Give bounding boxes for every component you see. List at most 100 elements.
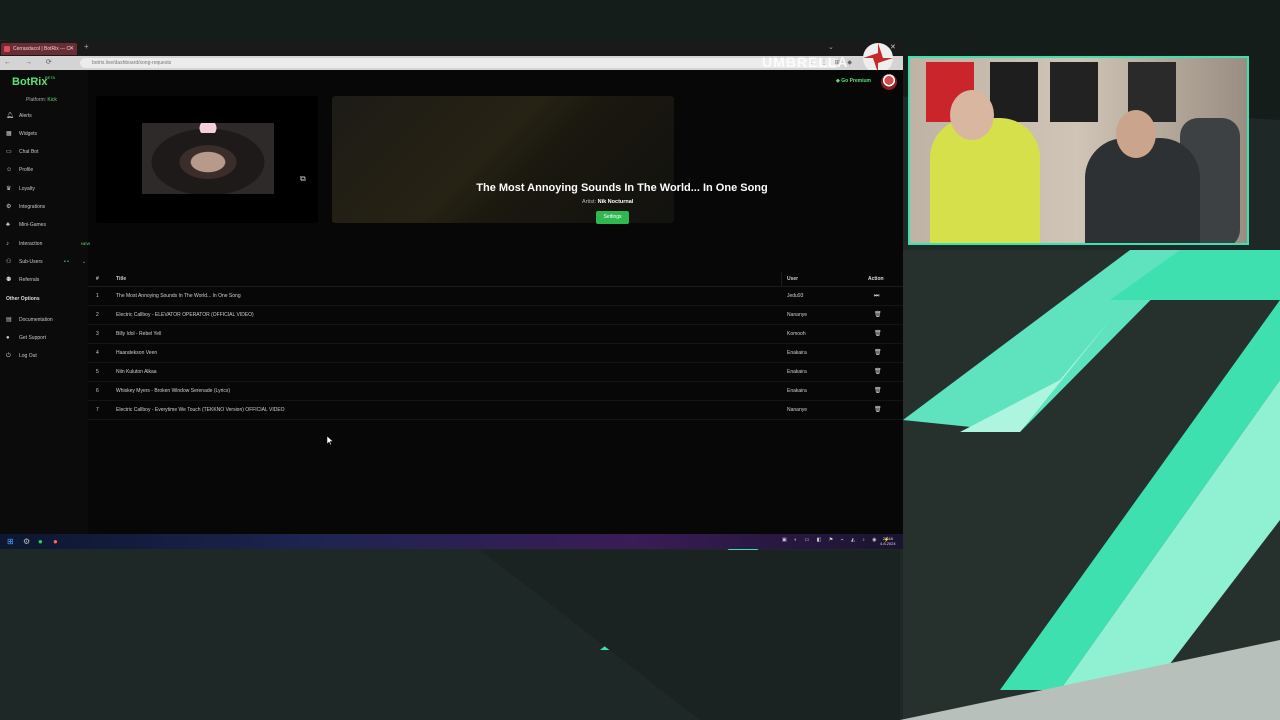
sidebar-item-label: Profile	[19, 167, 34, 173]
go-premium-label: Go Premium	[841, 78, 871, 84]
go-premium-link[interactable]: ◆ Go Premium	[836, 78, 871, 84]
botrix-app: BotRix BETA Platform: Kick 🔔︎ Alerts ▦ Wid…	[0, 70, 903, 535]
header-num: #	[96, 276, 99, 282]
video-thumbnail	[142, 123, 274, 194]
nav-buttons[interactable]: ← → ⟳	[4, 58, 58, 66]
spotify-icon[interactable]: ●	[38, 536, 43, 547]
loyalty-icon: ♛	[6, 186, 12, 192]
os-taskbar: ⊞ ⚙ ● ● ▣ ◐ ▭ ◧ ⚑ ⌁ ◭ ♪ ◉ ⚡ 22:48 4.8.20…	[0, 534, 903, 549]
clock-date: 4.8.2024	[880, 541, 896, 546]
browser-app-icon[interactable]: ●	[53, 536, 58, 547]
skip-icon[interactable]: ⏭	[874, 287, 879, 305]
sidebar-item-referrals[interactable]: ⚉ Referrals	[6, 274, 86, 286]
row-user: Jedu93	[787, 293, 804, 299]
now-playing-artist: Artist: Nik Nocturnal	[582, 199, 633, 205]
trash-icon[interactable]: 🗑︎	[874, 363, 882, 381]
tab-title: Cerrasdacol | BotRix — C	[13, 46, 71, 52]
sidebar-item-interaction[interactable]: ♪ Interaction NEW	[6, 238, 90, 250]
sidebar-item-sub-users[interactable]: ⚇ Sub-Users • • ⌄	[6, 256, 86, 268]
row-num: 3	[96, 331, 99, 337]
botrix-logo[interactable]: BotRix	[12, 76, 47, 88]
widgets-icon: ▦	[6, 131, 12, 137]
table-header: # Title User Action	[88, 272, 903, 287]
trash-icon[interactable]: 🗑︎	[874, 344, 882, 362]
avatar[interactable]	[881, 74, 897, 90]
sidebar-item-label: Mini-Games	[19, 222, 46, 228]
streamer-left	[930, 118, 1040, 243]
windows-start-icon[interactable]: ⊞	[7, 536, 14, 547]
row-title: Niin Kuluton Alkaa	[116, 369, 157, 375]
new-badge: NEW	[81, 241, 91, 246]
row-user: Enakaira	[787, 350, 807, 356]
url-field[interactable]: botrix.live/dashboard/song-requests	[80, 58, 840, 68]
sidebar-item-label: Referrals	[19, 277, 40, 283]
browser-window: Cerrasdacol | BotRix — C ✕ + ⌄ ✕ ← → ⟳ b…	[0, 41, 903, 549]
browser-tab[interactable]: Cerrasdacol | BotRix — C ✕	[1, 43, 77, 55]
sidebar-item-label: Loyalty	[19, 186, 35, 192]
beta-badge: BETA	[45, 75, 56, 80]
table-row: 7 Electric Callboy - Everytime We Touch …	[88, 401, 903, 420]
sidebar-item-profile[interactable]: ☺ Profile	[6, 164, 86, 176]
row-num: 1	[96, 293, 99, 299]
doc-icon: ▤	[6, 317, 12, 323]
row-title: Haaratekson Veen	[116, 350, 158, 356]
sidebar-item-integrations[interactable]: ⚙ Integrations	[6, 201, 86, 213]
music-icon: ♪	[6, 241, 9, 247]
table-row: 2 Electric Callboy - ELEVATOR OPERATOR (…	[88, 306, 903, 325]
row-title: The Most Annoying Sounds In The World...…	[116, 293, 241, 299]
sidebar-item-chat-bot[interactable]: ▭ Chat Bot	[6, 146, 86, 158]
new-tab-icon[interactable]: +	[84, 42, 89, 51]
platform-label: Platform:	[26, 97, 47, 103]
table-row: 6 Whiskey Myers - Broken Window Serenade…	[88, 382, 903, 401]
row-title: Billy Idol - Rebel Yell	[116, 331, 162, 337]
sidebar-item-label: Chat Bot	[19, 149, 39, 155]
other-options-heading: Other Options	[6, 296, 40, 302]
sidebar-item-label: Widgets	[19, 131, 38, 137]
chevron-down-icon[interactable]: ⌄	[82, 256, 86, 268]
settings-button[interactable]: Settings	[596, 211, 629, 224]
chevron-down-icon[interactable]: ⌄	[828, 43, 834, 51]
wall-shirt	[990, 62, 1038, 122]
row-num: 5	[96, 369, 99, 375]
row-num: 7	[96, 407, 99, 413]
sidebar-item-mini-games[interactable]: ♣ Mini-Games	[6, 219, 86, 231]
settings-gear-icon[interactable]: ⚙	[23, 536, 30, 547]
status-dots: • •	[64, 259, 69, 265]
row-num: 2	[96, 312, 99, 318]
table-row: 1 The Most Annoying Sounds In The World.…	[88, 287, 903, 306]
trash-icon[interactable]: 🗑︎	[874, 306, 882, 324]
logout-icon: ⏻	[6, 353, 11, 359]
system-tray-icons[interactable]: ▣ ◐ ▭ ◧ ⚑ ⌁ ◭ ♪ ◉ ⚡	[782, 537, 893, 543]
sidebar-item-label: Get Support	[19, 335, 46, 341]
row-title: Electric Callboy - Everytime We Touch (T…	[116, 407, 285, 413]
chat-icon: ▭	[6, 149, 12, 155]
bell-icon: 🔔︎	[6, 113, 14, 119]
close-tab-icon[interactable]: ✕	[69, 43, 74, 55]
sidebar-item-get-support[interactable]: ● Get Support	[6, 332, 86, 344]
row-title: Electric Callboy - ELEVATOR OPERATOR (OF…	[116, 312, 254, 318]
picture-in-picture-icon[interactable]: ⧉	[300, 174, 306, 184]
row-user: Enakaira	[787, 388, 807, 394]
trash-icon[interactable]: 🗑︎	[874, 325, 882, 343]
header-user: User	[787, 276, 799, 282]
sidebar-item-documentation[interactable]: ▤ Documentation	[6, 314, 86, 326]
webcam-feed	[908, 56, 1249, 245]
sidebar-item-log-out[interactable]: ⏻ Log Out	[6, 350, 86, 362]
trash-icon[interactable]: 🗑︎	[874, 382, 882, 400]
sidebar-item-loyalty[interactable]: ♛ Loyalty	[6, 183, 86, 195]
row-title: Whiskey Myers - Broken Window Serenade (…	[116, 388, 231, 394]
wall-shirt	[1050, 62, 1098, 122]
sidebar: BotRix BETA Platform: Kick 🔔︎ Alerts ▦ Wid…	[0, 70, 90, 535]
sidebar-item-widgets[interactable]: ▦ Widgets	[6, 128, 86, 140]
umbrella-overlay-text: UMBRELLA	[762, 54, 849, 70]
row-num: 6	[96, 388, 99, 394]
platform-value: Kick	[47, 97, 57, 103]
sidebar-item-alerts[interactable]: 🔔︎ Alerts	[6, 110, 86, 122]
row-user: Komooh	[787, 331, 806, 337]
trash-icon[interactable]: 🗑︎	[874, 401, 882, 419]
clock[interactable]: 22:48 4.8.2024	[880, 536, 896, 546]
users-icon: ⚇	[6, 259, 12, 265]
table-row: 4 Haaratekson Veen Enakaira 🗑︎	[88, 344, 903, 363]
support-icon: ●	[6, 335, 10, 341]
column-divider	[781, 272, 782, 286]
